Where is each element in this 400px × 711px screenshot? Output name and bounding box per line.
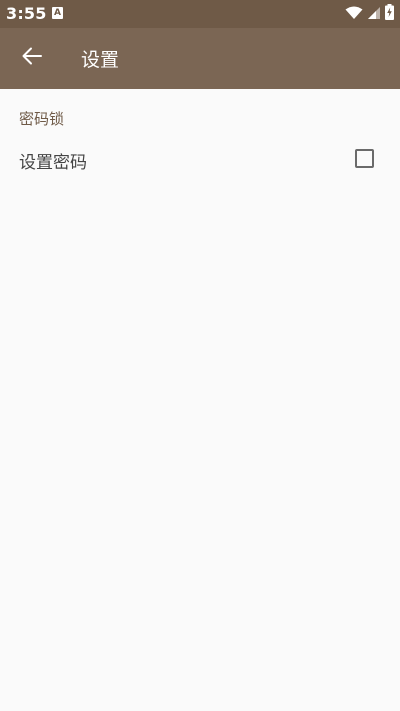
notification-icon: A xyxy=(52,7,63,19)
back-button[interactable] xyxy=(8,34,56,82)
set-password-checkbox[interactable] xyxy=(355,149,374,168)
section-header-password-lock: 密码锁 xyxy=(19,110,65,128)
arrow-back-icon xyxy=(21,45,43,71)
preference-title: 设置密码 xyxy=(19,153,87,173)
settings-screen: 3:55 A 设置 密码锁 设置密码 xyxy=(0,0,400,711)
app-bar: 设置 xyxy=(0,28,400,89)
status-bar: 3:55 A xyxy=(0,0,400,28)
signal-icon xyxy=(367,5,381,24)
wifi-icon xyxy=(345,5,363,24)
preference-set-password[interactable]: 设置密码 xyxy=(0,134,400,182)
status-time: 3:55 xyxy=(6,4,47,23)
page-title: 设置 xyxy=(81,49,120,71)
battery-charging-icon xyxy=(385,4,394,24)
status-icons xyxy=(345,4,394,24)
